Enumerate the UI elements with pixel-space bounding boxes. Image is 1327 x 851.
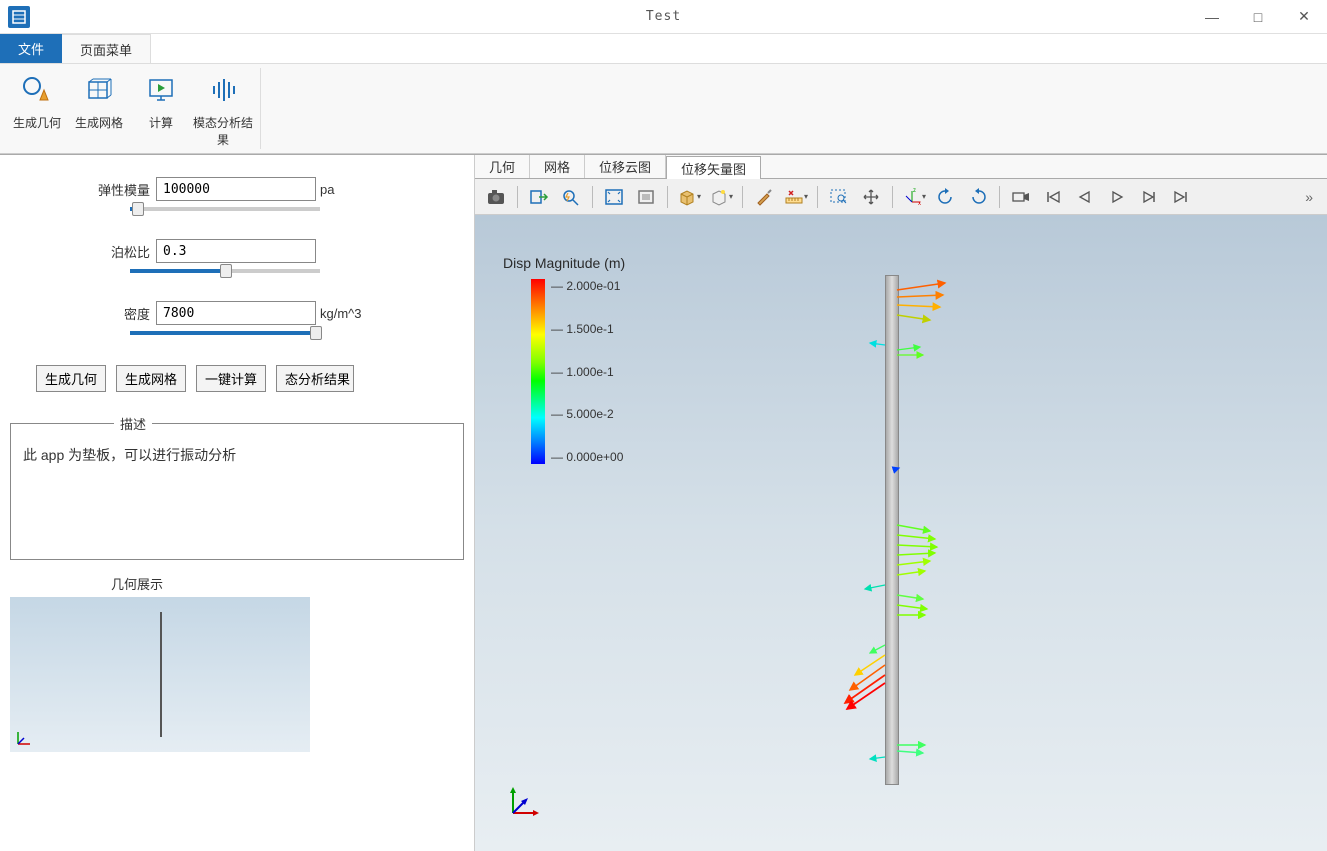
svg-text:z: z <box>913 188 916 194</box>
color-legend: Disp Magnitude (m) 2.000e-01 1.500e-1 1.… <box>503 255 625 464</box>
record-icon[interactable] <box>1006 183 1036 211</box>
ribbon-compute[interactable]: 计算 <box>130 68 192 149</box>
ribbon-gen-mesh-label: 生成网格 <box>75 114 123 131</box>
first-frame-icon[interactable] <box>1038 183 1068 211</box>
description-group: 描述 此 app 为垫板，可以进行振动分析 <box>10 414 464 560</box>
tab-disp-vector[interactable]: 位移矢量图 <box>666 156 761 179</box>
select-zoom-icon[interactable] <box>824 183 854 211</box>
legend-title: Disp Magnitude (m) <box>503 255 625 271</box>
camera-icon[interactable] <box>481 183 511 211</box>
pan-icon[interactable] <box>856 183 886 211</box>
tick-2: 1.000e-1 <box>551 365 623 379</box>
titlebar: Test — □ ✕ <box>0 0 1327 34</box>
tab-disp-cloud[interactable]: 位移云图 <box>585 155 666 178</box>
modal-results-button[interactable]: 态分析结果 <box>276 365 354 392</box>
geom-preview-title: 几何展示 <box>105 574 169 593</box>
tick-0: 2.000e-01 <box>551 279 623 293</box>
toolbar-overflow[interactable]: » <box>1297 189 1321 205</box>
menubar: 文件 页面菜单 <box>0 34 1327 64</box>
zoom-lightning-icon[interactable] <box>556 183 586 211</box>
elastic-modulus-label: 弹性模量 <box>90 180 150 199</box>
workspace: 弹性模量 pa 泊松比 密度 kg/m^3 <box>0 154 1327 851</box>
tab-geometry[interactable]: 几何 <box>475 155 530 178</box>
one-click-compute-button[interactable]: 一键计算 <box>196 365 266 392</box>
ribbon: 生成几何 生成网格 计算 模态分析结果 <box>0 64 1327 154</box>
sphere-cone-icon <box>21 74 53 106</box>
tab-mesh[interactable]: 网格 <box>530 155 585 178</box>
rotate-cw-icon[interactable] <box>963 183 993 211</box>
field-density: 密度 kg/m^3 <box>10 301 464 325</box>
geom-preview-viewport[interactable] <box>10 597 310 752</box>
field-poisson: 泊松比 <box>10 239 464 263</box>
geom-preview-group: 几何展示 <box>10 574 464 752</box>
fit-view-icon[interactable] <box>599 183 629 211</box>
ribbon-modal-results[interactable]: 模态分析结果 <box>192 68 254 149</box>
box-icon[interactable] <box>631 183 661 211</box>
ribbon-modal-label: 模态分析结果 <box>192 114 254 148</box>
svg-text:x: x <box>918 201 921 206</box>
ruler-x-icon[interactable]: ▾ <box>781 183 811 211</box>
beam-model <box>885 275 899 785</box>
maximize-button[interactable]: □ <box>1235 0 1281 34</box>
density-label: 密度 <box>90 304 150 323</box>
elastic-modulus-input[interactable] <box>156 177 316 201</box>
window-controls: — □ ✕ <box>1189 0 1327 34</box>
sidebar: 弹性模量 pa 泊松比 密度 kg/m^3 <box>0 155 475 851</box>
brush-icon[interactable] <box>749 183 779 211</box>
axis-triad-icon <box>503 783 543 823</box>
tick-3: 5.000e-2 <box>551 407 623 421</box>
density-input[interactable] <box>156 301 316 325</box>
poisson-input[interactable] <box>156 239 316 263</box>
colorbar <box>531 279 545 464</box>
prev-frame-icon[interactable] <box>1070 183 1100 211</box>
play-icon[interactable] <box>1102 183 1132 211</box>
poisson-label: 泊松比 <box>90 242 150 261</box>
mesh-cube-icon <box>83 74 115 106</box>
field-elastic-modulus: 弹性模量 pa <box>10 177 464 201</box>
description-text: 此 app 为垫板，可以进行振动分析 <box>19 441 455 551</box>
rotate-ccw-icon[interactable] <box>931 183 961 211</box>
view-tabs: 几何 网格 位移云图 位移矢量图 <box>475 155 1327 179</box>
cube-shaded-icon[interactable]: ▾ <box>674 183 704 211</box>
action-buttons: 生成几何 生成网格 一键计算 态分析结果 <box>10 365 464 392</box>
ribbon-gen-geom[interactable]: 生成几何 <box>6 68 68 149</box>
viewport-3d[interactable]: Disp Magnitude (m) 2.000e-01 1.500e-1 1.… <box>475 215 1327 851</box>
signal-icon <box>207 74 239 106</box>
ribbon-gen-geom-label: 生成几何 <box>13 114 61 131</box>
minimize-button[interactable]: — <box>1189 0 1235 34</box>
axis-xyz-icon[interactable]: zx▾ <box>899 183 929 211</box>
elastic-modulus-unit: pa <box>320 182 334 197</box>
cube-light-icon[interactable]: ▾ <box>706 183 736 211</box>
ribbon-group: 生成几何 生成网格 计算 模态分析结果 <box>0 68 261 149</box>
gen-mesh-button[interactable]: 生成网格 <box>116 365 186 392</box>
description-title: 描述 <box>114 414 152 433</box>
last-frame-icon[interactable] <box>1166 183 1196 211</box>
elastic-modulus-slider[interactable] <box>130 207 320 211</box>
poisson-slider[interactable] <box>130 269 320 273</box>
view-toolbar: ▾ ▾ ▾ zx▾ » <box>475 179 1327 215</box>
main-view: 几何 网格 位移云图 位移矢量图 ▾ ▾ ▾ zx▾ <box>475 155 1327 851</box>
ribbon-compute-label: 计算 <box>149 114 173 131</box>
close-button[interactable]: ✕ <box>1281 0 1327 34</box>
next-frame-icon[interactable] <box>1134 183 1164 211</box>
gen-geom-button[interactable]: 生成几何 <box>36 365 106 392</box>
preview-beam <box>160 612 162 737</box>
app-icon <box>8 6 30 28</box>
window-title: Test <box>646 9 681 24</box>
axis-triad-icon <box>16 730 32 746</box>
density-unit: kg/m^3 <box>320 306 362 321</box>
legend-ticks: 2.000e-01 1.500e-1 1.000e-1 5.000e-2 0.0… <box>551 279 623 464</box>
density-slider[interactable] <box>130 331 320 335</box>
tick-4: 0.000e+00 <box>551 450 623 464</box>
tick-1: 1.500e-1 <box>551 322 623 336</box>
menu-file[interactable]: 文件 <box>0 34 62 63</box>
ribbon-gen-mesh[interactable]: 生成网格 <box>68 68 130 149</box>
play-monitor-icon <box>145 74 177 106</box>
export-icon[interactable] <box>524 183 554 211</box>
menu-page[interactable]: 页面菜单 <box>62 34 151 63</box>
